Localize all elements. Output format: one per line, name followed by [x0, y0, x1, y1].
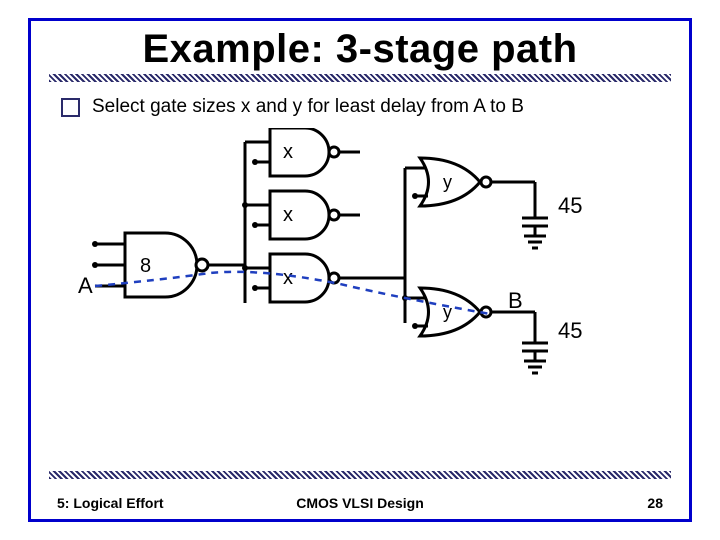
bullet-item: Select gate sizes x and y for least dela…	[61, 96, 659, 118]
stage2-nand-top: x	[245, 128, 360, 176]
load-cap-top: 45	[491, 182, 582, 248]
stage2-size-top: x	[283, 141, 293, 163]
stage2-size-bot: x	[283, 267, 293, 289]
stage2-nand-bot: x	[242, 254, 339, 302]
stage2-size-mid: x	[283, 204, 293, 226]
slide-frame: Example: 3-stage path Select gate sizes …	[28, 18, 692, 522]
load-top-value: 45	[558, 193, 582, 218]
slide: Example: 3-stage path Select gate sizes …	[0, 0, 720, 540]
bullet-text: Select gate sizes x and y for least dela…	[92, 96, 524, 118]
bullet-box-icon	[61, 98, 80, 117]
footer: 5: Logical Effort CMOS VLSI Design 28	[31, 495, 689, 511]
divider-top	[49, 74, 671, 82]
load-cap-bot: B 45	[491, 288, 582, 373]
stage3-nor-top: y	[405, 158, 491, 206]
stage1-size: 8	[140, 255, 151, 277]
label-A: A	[78, 273, 93, 298]
stage3-size-top: y	[443, 172, 452, 192]
slide-title: Example: 3-stage path	[31, 27, 689, 72]
label-B: B	[508, 288, 523, 313]
divider-bottom	[49, 471, 671, 479]
footer-center: CMOS VLSI Design	[31, 495, 689, 511]
load-bot-value: 45	[558, 318, 582, 343]
stage2-nand-mid: x	[242, 191, 360, 239]
circuit-svg: A 8 x	[70, 128, 650, 408]
circuit-diagram: A 8 x	[70, 128, 650, 408]
stage3-nor-bot: y	[402, 288, 491, 336]
stage1-nand3: A 8	[78, 233, 208, 298]
